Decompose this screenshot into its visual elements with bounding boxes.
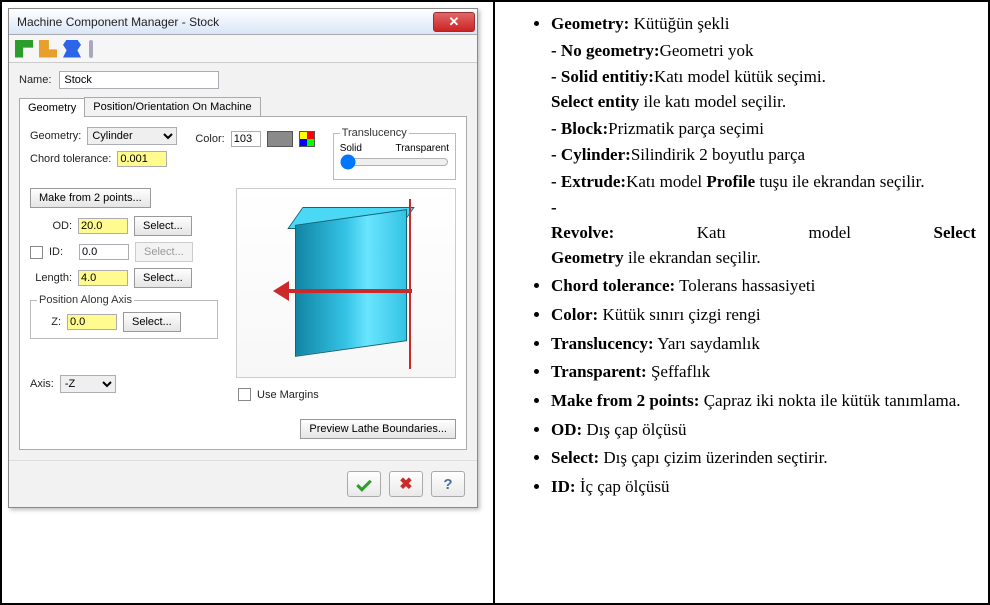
desc-solid-entity: Solid entitiy:Katı model kütük seçimi. S…	[551, 65, 976, 114]
desc-id: ID: İç çap ölçüsü	[551, 475, 976, 500]
chord-label: Chord tolerance:	[30, 153, 111, 165]
od-input[interactable]	[78, 218, 128, 234]
trans-solid-label: Solid	[340, 143, 362, 154]
color-input[interactable]	[231, 131, 261, 147]
desc-color: Color: Kütük sınırı çizgi rengi	[551, 303, 976, 328]
translucency-slider[interactable]	[340, 154, 449, 170]
desc-select: Select: Dış çapı çizim üzerinden seçtiri…	[551, 446, 976, 471]
preview-axis-line	[409, 199, 411, 369]
position-axis-group: Position Along Axis Z: Select...	[30, 294, 218, 339]
desc-od: OD: Dış çap ölçüsü	[551, 418, 976, 443]
close-button[interactable]: ✕	[433, 12, 475, 32]
id-checkbox[interactable]	[30, 246, 43, 259]
chord-input[interactable]	[117, 151, 167, 167]
position-axis-legend: Position Along Axis	[37, 294, 134, 306]
checkmark-icon	[356, 476, 372, 492]
description-column: Geometry: Kütüğün şekli No geometry:Geom…	[495, 2, 990, 603]
preview-cylinder-side	[295, 209, 407, 357]
desc-no-geometry: No geometry:Geometri yok	[551, 39, 976, 64]
dialog-body: Name: Geometry Position/Orientation On M…	[9, 63, 477, 460]
desc-block: Block:Prizmatik parça seçimi	[551, 117, 976, 142]
name-label: Name:	[19, 74, 51, 86]
toolbar-icon-1[interactable]	[15, 40, 33, 58]
translucency-group: Translucency Solid Transparent	[333, 127, 456, 180]
ok-button[interactable]	[347, 471, 381, 497]
desc-geometry: Geometry: Kütüğün şekli No geometry:Geom…	[551, 12, 976, 270]
length-input[interactable]	[78, 270, 128, 286]
color-picker-icon[interactable]	[299, 131, 315, 147]
toolbar-icon-2[interactable]	[39, 40, 57, 58]
id-select-button: Select...	[135, 242, 193, 262]
geometry-label: Geometry:	[30, 130, 81, 142]
question-icon: ?	[443, 476, 452, 493]
desc-chord: Chord tolerance: Tolerans hassasiyeti	[551, 274, 976, 299]
z-select-button[interactable]: Select...	[123, 312, 181, 332]
length-label: Length:	[30, 272, 72, 284]
toolbar-icon-4[interactable]	[89, 40, 93, 58]
geometry-select[interactable]: Cylinder	[87, 127, 177, 145]
titlebar: Machine Component Manager - Stock ✕	[9, 9, 477, 35]
length-select-button[interactable]: Select...	[134, 268, 192, 288]
desc-extrude: Extrude:Katı model Profile tuşu ile ekra…	[551, 170, 976, 195]
od-select-button[interactable]: Select...	[134, 216, 192, 236]
window-title: Machine Component Manager - Stock	[17, 15, 433, 29]
close-icon: ✕	[449, 14, 460, 30]
use-margins-checkbox[interactable]	[238, 388, 251, 401]
cancel-button[interactable]: ✖	[389, 471, 423, 497]
desc-revolve: Revolve: Katı model Select Geometry ile …	[551, 196, 976, 270]
dialog-actions: ✖ ?	[9, 460, 477, 507]
desc-cylinder: Cylinder:Silindirik 2 boyutlu parça	[551, 143, 976, 168]
geometry-panel: Geometry: Cylinder Chord tolerance:	[19, 116, 467, 450]
toolbar-icon-3[interactable]	[63, 40, 81, 58]
make-from-2-points-button[interactable]: Make from 2 points...	[30, 188, 151, 208]
geometry-preview	[236, 188, 456, 378]
axis-label: Axis:	[30, 378, 54, 390]
help-button[interactable]: ?	[431, 471, 465, 497]
color-label: Color:	[195, 133, 224, 145]
x-icon: ✖	[399, 474, 412, 494]
z-input[interactable]	[67, 314, 117, 330]
axis-select[interactable]: -Z	[60, 375, 116, 393]
tab-position[interactable]: Position/Orientation On Machine	[84, 97, 260, 116]
preview-arrow	[277, 289, 412, 293]
desc-transparent: Transparent: Şeffaflık	[551, 360, 976, 385]
preview-lathe-button[interactable]: Preview Lathe Boundaries...	[300, 419, 456, 439]
dialog-window: Machine Component Manager - Stock ✕ Name…	[8, 8, 478, 508]
desc-translucency: Translucency: Yarı saydamlık	[551, 332, 976, 357]
tab-geometry[interactable]: Geometry	[19, 98, 85, 117]
translucency-legend: Translucency	[340, 127, 409, 139]
id-label: ID:	[49, 246, 73, 258]
desc-make2: Make from 2 points: Çapraz iki nokta ile…	[551, 389, 976, 414]
trans-transparent-label: Transparent	[395, 143, 449, 154]
name-input[interactable]	[59, 71, 219, 89]
color-swatch[interactable]	[267, 131, 293, 147]
od-label: OD:	[30, 220, 72, 232]
toolbar	[9, 35, 477, 63]
z-label: Z:	[37, 316, 61, 328]
id-input[interactable]	[79, 244, 129, 260]
use-margins-label: Use Margins	[257, 389, 319, 401]
tab-strip: Geometry Position/Orientation On Machine	[19, 97, 467, 116]
